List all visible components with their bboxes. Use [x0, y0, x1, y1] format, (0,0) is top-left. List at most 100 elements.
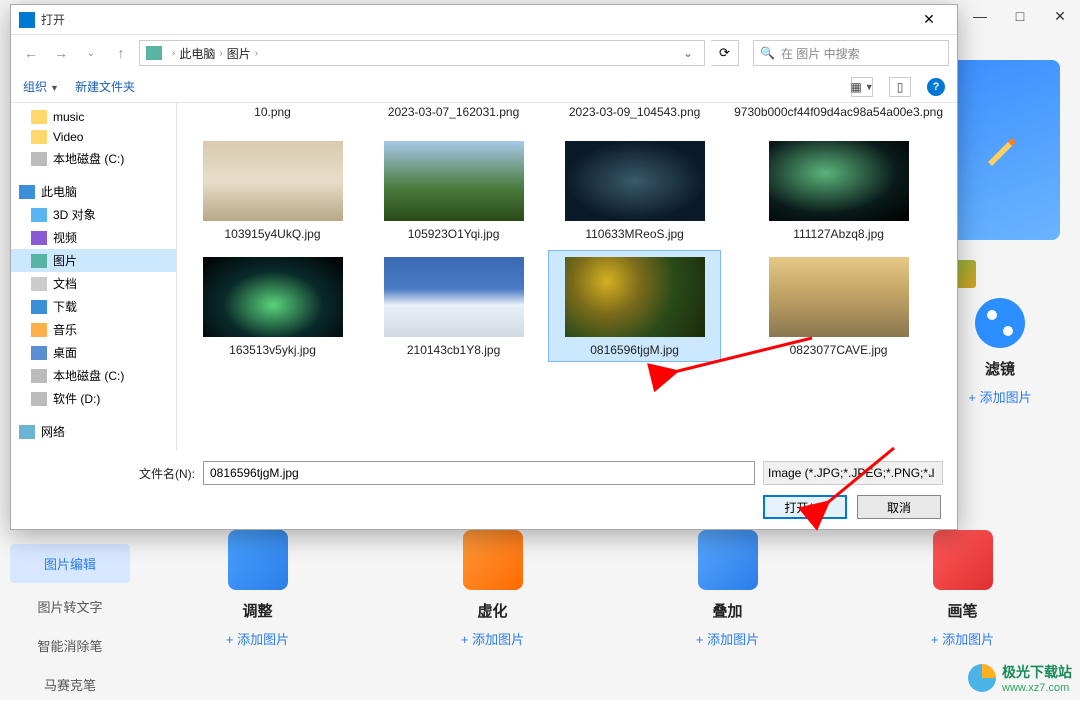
- nav-up-button[interactable]: ↑: [109, 41, 133, 65]
- location-icon: [146, 46, 162, 60]
- nav-tree[interactable]: musicVideo本地磁盘 (C:)此电脑3D 对象视频图片文档下载音乐桌面本…: [11, 103, 177, 451]
- dialog-close-button[interactable]: ✕: [909, 6, 949, 34]
- breadcrumb-item[interactable]: 此电脑: [179, 45, 215, 62]
- preview-pane-button[interactable]: ▯: [889, 77, 911, 97]
- file-item[interactable]: 103915y4UkQ.jpg: [187, 135, 358, 245]
- file-thumbnail: [769, 141, 909, 221]
- tool-add-link[interactable]: + 添加图片: [160, 629, 355, 648]
- folder-icon: [31, 130, 47, 144]
- tree-item-label: 本地磁盘 (C:): [53, 367, 124, 384]
- tree-item-label: 此电脑: [41, 183, 77, 200]
- tree-item[interactable]: 音乐: [11, 318, 176, 341]
- filetype-select[interactable]: Image (*.JPG;*.JPEG;*.PNG;*.I: [763, 461, 943, 485]
- sidebar-item-edit[interactable]: 图片编辑: [10, 544, 130, 583]
- bg-minimize-button[interactable]: —: [960, 0, 1000, 32]
- tool-add-link[interactable]: + 添加图片: [395, 629, 590, 648]
- address-bar[interactable]: › 此电脑 › 图片 › ⌄: [139, 40, 705, 66]
- breadcrumb-item[interactable]: 图片: [227, 45, 251, 62]
- cancel-button[interactable]: 取消: [857, 495, 941, 519]
- bg-tool-grid: 调整 + 添加图片 虚化 + 添加图片 叠加 + 添加图片 画笔 + 添加图片: [160, 530, 1060, 648]
- tree-item-label: 下载: [53, 298, 77, 315]
- file-item[interactable]: 163513v5ykj.jpg: [187, 251, 358, 361]
- tree-item[interactable]: music: [11, 107, 176, 127]
- dialog-toolbar: 组织▼ 新建文件夹 ▦▼ ▯ ?: [11, 71, 957, 103]
- tool-card-blur: 虚化 + 添加图片: [395, 530, 590, 648]
- address-dropdown[interactable]: ⌄: [678, 46, 698, 60]
- watermark-logo-icon: [968, 664, 996, 692]
- disk-icon: [31, 369, 47, 383]
- bg-maximize-button[interactable]: □: [1000, 0, 1040, 32]
- file-item[interactable]: 110633MReoS.jpg: [549, 135, 720, 245]
- 3d-icon: [31, 208, 47, 222]
- nav-recent-dropdown[interactable]: ⌄: [79, 41, 103, 65]
- app-icon: [19, 12, 35, 28]
- organize-menu[interactable]: 组织▼: [23, 78, 59, 95]
- blur-icon[interactable]: [463, 530, 523, 590]
- help-button[interactable]: ?: [927, 78, 945, 96]
- tree-item[interactable]: 本地磁盘 (C:): [11, 147, 176, 170]
- tree-item[interactable]: 此电脑: [11, 180, 176, 203]
- tree-item[interactable]: Video: [11, 127, 176, 147]
- pencil-icon: [980, 130, 1020, 170]
- file-item[interactable]: 111127Abzq8.jpg: [730, 135, 947, 245]
- file-thumbnail: [565, 257, 705, 337]
- bg-close-button[interactable]: ✕: [1040, 0, 1080, 32]
- file-item-label: 0816596tjgM.jpg: [553, 343, 716, 357]
- dialog-body: musicVideo本地磁盘 (C:)此电脑3D 对象视频图片文档下载音乐桌面本…: [11, 103, 957, 451]
- tree-item-label: Video: [53, 130, 83, 144]
- filename-input[interactable]: [203, 461, 755, 485]
- overlay-icon[interactable]: [698, 530, 758, 590]
- bg-sidebar: 图片编辑 图片转文字 智能消除笔 马赛克笔: [0, 540, 140, 704]
- tree-item-label: 桌面: [53, 344, 77, 361]
- file-grid[interactable]: 10.png 2023-03-07_162031.png 2023-03-09_10…: [177, 103, 957, 451]
- file-item-label: 163513v5ykj.jpg: [191, 343, 354, 357]
- view-mode-button[interactable]: ▦▼: [851, 77, 873, 97]
- tree-item[interactable]: 3D 对象: [11, 203, 176, 226]
- tree-item[interactable]: 图片: [11, 249, 176, 272]
- video-icon: [31, 231, 47, 245]
- nav-forward-button[interactable]: →: [49, 41, 73, 65]
- tree-item-label: 文档: [53, 275, 77, 292]
- new-folder-button[interactable]: 新建文件夹: [75, 78, 135, 95]
- pc-icon: [19, 185, 35, 199]
- sidebar-item-eraser[interactable]: 智能消除笔: [0, 626, 140, 665]
- tree-item[interactable]: 视频: [11, 226, 176, 249]
- dialog-title: 打开: [41, 11, 909, 28]
- disk-icon: [31, 392, 47, 406]
- file-item-label[interactable]: 2023-03-07_162031.png: [368, 103, 539, 129]
- tree-item[interactable]: 软件 (D:): [11, 387, 176, 410]
- tree-item[interactable]: 桌面: [11, 341, 176, 364]
- tree-item[interactable]: 网络: [11, 420, 176, 443]
- file-item-label[interactable]: 10.png: [187, 103, 358, 129]
- open-button[interactable]: 打开(O): [763, 495, 847, 519]
- refresh-button[interactable]: ⟳: [711, 40, 739, 66]
- tree-item[interactable]: 下载: [11, 295, 176, 318]
- file-item[interactable]: 210143cb1Y8.jpg: [368, 251, 539, 361]
- dialog-titlebar: 打开 ✕: [11, 5, 957, 35]
- bg-right-card[interactable]: [940, 60, 1060, 240]
- file-item[interactable]: 0823077CAVE.jpg: [730, 251, 947, 361]
- file-item-label[interactable]: 9730b000cf44f09d4ac98a54a00e3.png: [730, 103, 947, 129]
- filter-add-link[interactable]: + 添加图片: [940, 387, 1060, 406]
- sidebar-item-mosaic[interactable]: 马赛克笔: [0, 665, 140, 704]
- sidebar-item-ocr[interactable]: 图片转文字: [0, 587, 140, 626]
- file-item-label[interactable]: 2023-03-09_104543.png: [549, 103, 720, 129]
- file-item[interactable]: 105923O1Yqi.jpg: [368, 135, 539, 245]
- adjust-icon[interactable]: [228, 530, 288, 590]
- tree-item-label: 图片: [53, 252, 77, 269]
- tool-add-link[interactable]: + 添加图片: [865, 629, 1060, 648]
- tree-item[interactable]: 本地磁盘 (C:): [11, 364, 176, 387]
- nav-back-button[interactable]: ←: [19, 41, 43, 65]
- search-input[interactable]: 🔍 在 图片 中搜索: [753, 40, 949, 66]
- brush-icon[interactable]: [933, 530, 993, 590]
- file-item[interactable]: 0816596tjgM.jpg: [549, 251, 720, 361]
- tree-item-label: 网络: [41, 423, 65, 440]
- breadcrumb-sep: ›: [255, 48, 258, 59]
- tool-add-link[interactable]: + 添加图片: [630, 629, 825, 648]
- bg-right-thumbs: [940, 260, 1060, 288]
- filter-icon[interactable]: [975, 298, 1025, 348]
- tree-item[interactable]: 文档: [11, 272, 176, 295]
- disk-icon: [31, 152, 47, 166]
- file-thumbnail: [565, 141, 705, 221]
- bg-titlebar: — □ ✕: [960, 0, 1080, 32]
